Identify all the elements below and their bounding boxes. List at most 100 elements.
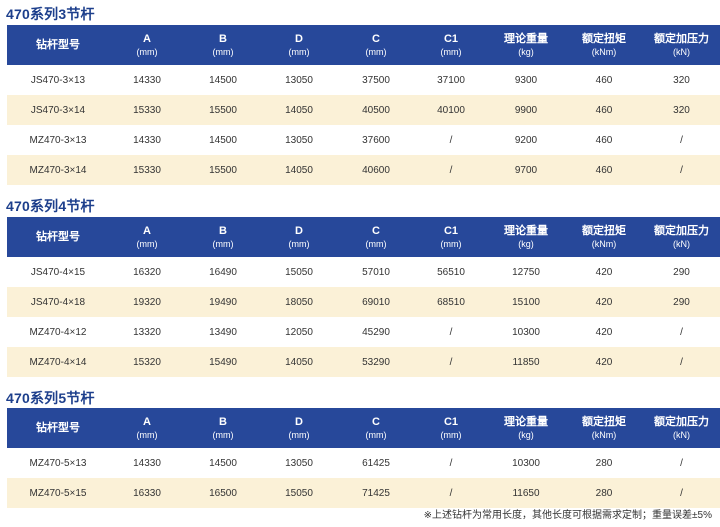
table-row: JS470-4×18 19320 19490 18050 69010 68510… xyxy=(7,287,720,317)
cell-c1: / xyxy=(449,457,453,469)
cell-c1: 56510 xyxy=(437,266,465,278)
header-d: D (mm) xyxy=(288,415,310,440)
cell-torque: 460 xyxy=(595,134,613,146)
header-a: A (mm) xyxy=(136,415,158,440)
cell-c: 37500 xyxy=(362,74,390,86)
cell-weight: 12750 xyxy=(512,266,540,278)
header-c: C (mm) xyxy=(365,224,387,249)
header-b: B (mm) xyxy=(212,224,234,249)
header-model: 钻杆型号 xyxy=(36,39,80,51)
cell-c1: / xyxy=(449,134,453,146)
cell-weight: 11650 xyxy=(512,487,540,499)
cell-pressure: 290 xyxy=(673,266,690,278)
cell-a: 16330 xyxy=(133,487,161,499)
cell-torque: 420 xyxy=(595,356,613,368)
cell-c: 57010 xyxy=(362,266,390,278)
cell-pressure: 320 xyxy=(673,74,690,86)
cell-b: 15500 xyxy=(209,164,237,176)
cell-model: JS470-3×13 xyxy=(30,74,86,86)
cell-c1: 40100 xyxy=(437,104,465,116)
cell-pressure: 320 xyxy=(673,104,690,116)
cell-d: 13050 xyxy=(285,134,313,146)
cell-pressure: / xyxy=(680,487,683,499)
cell-b: 19490 xyxy=(209,296,237,308)
header-pressure: 额定加压力 (kN) xyxy=(654,224,709,249)
cell-d: 18050 xyxy=(285,296,313,308)
cell-model: JS470-4×15 xyxy=(30,266,86,278)
header-d: D (mm) xyxy=(288,224,310,249)
cell-torque: 460 xyxy=(595,104,613,116)
spec-sheet: 470系列3节杆 钻杆型号 A (mm) B (mm) D (mm) C (mm) C1… xyxy=(0,0,720,527)
header-c1: C1 (mm) xyxy=(440,415,462,440)
cell-d: 15050 xyxy=(285,487,313,499)
header-model: 钻杆型号 xyxy=(36,422,80,434)
cell-weight: 15100 xyxy=(512,296,540,308)
header-a: A (mm) xyxy=(136,224,158,249)
cell-d: 14050 xyxy=(285,356,313,368)
header-c: C (mm) xyxy=(365,32,387,57)
cell-torque: 280 xyxy=(595,487,613,499)
cell-a: 19320 xyxy=(133,296,161,308)
header-b: B (mm) xyxy=(212,32,234,57)
cell-c: 40500 xyxy=(362,104,390,116)
cell-pressure: / xyxy=(680,356,683,368)
cell-model: JS470-4×18 xyxy=(30,296,86,308)
cell-pressure: 290 xyxy=(673,296,690,308)
table-row: JS470-3×13 14330 14500 13050 37500 37100… xyxy=(7,65,720,95)
cell-torque: 280 xyxy=(595,457,613,469)
cell-d: 15050 xyxy=(285,266,313,278)
header-torque: 额定扭矩 (kNm) xyxy=(582,32,626,57)
section-title: 470系列4节杆 xyxy=(6,198,95,214)
header-model: 钻杆型号 xyxy=(36,231,80,243)
table-header: 钻杆型号 A (mm) B (mm) D (mm) C (mm) C1 (mm) 理论重量… xyxy=(7,217,720,257)
cell-c: 40600 xyxy=(362,164,390,176)
spec-table: 钻杆型号 A (mm) B (mm) D (mm) C (mm) C1 (mm) 理论重量… xyxy=(7,408,720,508)
header-torque: 额定扭矩 (kNm) xyxy=(582,224,626,249)
cell-b: 14500 xyxy=(209,134,237,146)
footnote: ※上述钻杆为常用长度，其他长度可根据需求定制；重量误差±5% xyxy=(423,510,712,521)
cell-model: MZ470-3×14 xyxy=(29,164,87,176)
cell-weight: 10300 xyxy=(512,326,540,338)
header-weight: 理论重量 (kg) xyxy=(504,224,548,249)
cell-model: MZ470-5×13 xyxy=(29,457,87,469)
cell-a: 14330 xyxy=(133,457,161,469)
table-row: MZ470-3×13 14330 14500 13050 37600 / 920… xyxy=(7,125,720,155)
cell-c1: 37100 xyxy=(437,74,465,86)
cell-pressure: / xyxy=(680,164,683,176)
cell-torque: 420 xyxy=(595,266,613,278)
cell-d: 13050 xyxy=(285,457,313,469)
spec-table: 钻杆型号 A (mm) B (mm) D (mm) C (mm) C1 (mm) 理论重量… xyxy=(7,217,720,377)
table-header: 钻杆型号 A (mm) B (mm) D (mm) C (mm) C1 (mm) 理论重量… xyxy=(7,25,720,65)
cell-torque: 460 xyxy=(595,74,613,86)
table-row: JS470-4×15 16320 16490 15050 57010 56510… xyxy=(7,257,720,287)
header-torque: 额定扭矩 (kNm) xyxy=(582,415,626,440)
section-title: 470系列3节杆 xyxy=(6,6,95,22)
header-c1: C1 (mm) xyxy=(440,32,462,57)
cell-c1: / xyxy=(449,164,453,176)
cell-c: 71425 xyxy=(362,487,390,499)
cell-a: 16320 xyxy=(133,266,161,278)
spec-table: 钻杆型号 A (mm) B (mm) D (mm) C (mm) C1 (mm) 理论重量… xyxy=(7,25,720,185)
cell-b: 16500 xyxy=(209,487,237,499)
header-c1: C1 (mm) xyxy=(440,224,462,249)
table-header: 钻杆型号 A (mm) B (mm) D (mm) C (mm) C1 (mm) 理论重量… xyxy=(7,408,720,448)
cell-c: 69010 xyxy=(362,296,390,308)
cell-b: 14500 xyxy=(209,457,237,469)
cell-weight: 9700 xyxy=(514,164,538,176)
cell-model: MZ470-5×15 xyxy=(29,487,87,499)
header-b: B (mm) xyxy=(212,415,234,440)
cell-c: 37600 xyxy=(362,134,390,146)
header-weight: 理论重量 (kg) xyxy=(504,415,548,440)
cell-model: JS470-3×14 xyxy=(30,104,86,116)
header-pressure: 额定加压力 (kN) xyxy=(654,32,709,57)
cell-weight: 9200 xyxy=(514,134,538,146)
cell-c: 53290 xyxy=(362,356,390,368)
cell-a: 15330 xyxy=(133,164,161,176)
cell-c1: / xyxy=(449,356,453,368)
header-d: D (mm) xyxy=(288,32,310,57)
cell-d: 14050 xyxy=(285,104,313,116)
cell-weight: 10300 xyxy=(512,457,540,469)
cell-torque: 420 xyxy=(595,326,613,338)
table-row: MZ470-4×12 13320 13490 12050 45290 / 103… xyxy=(7,317,720,347)
cell-model: MZ470-4×14 xyxy=(29,356,87,368)
